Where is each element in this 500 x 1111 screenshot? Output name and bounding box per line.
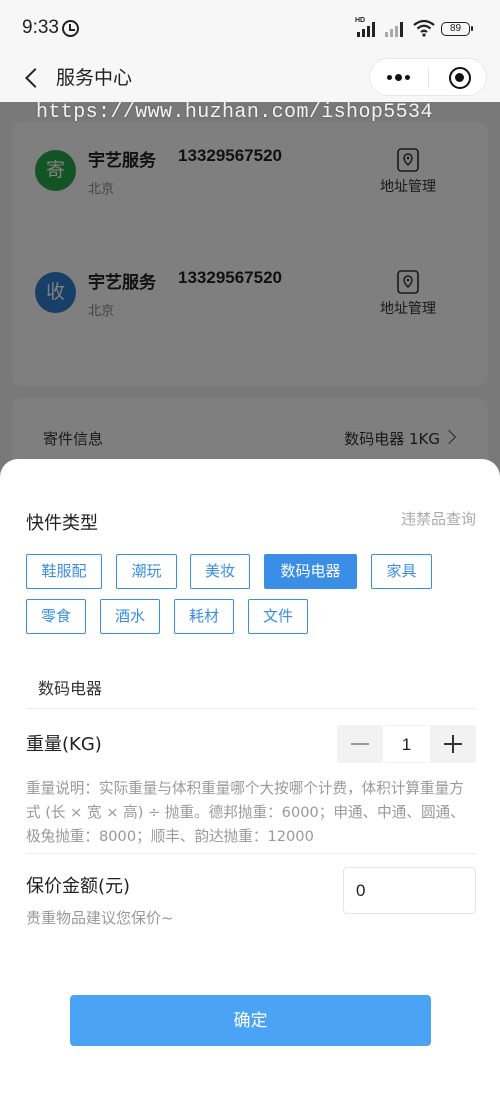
type-chip[interactable]: 文件: [248, 599, 308, 634]
type-chip[interactable]: 家具: [371, 554, 432, 589]
status-time: 9:33: [22, 17, 59, 38]
type-chip-selected[interactable]: 数码电器: [264, 554, 357, 589]
alarm-icon: [62, 20, 79, 37]
back-icon[interactable]: [22, 64, 48, 92]
signal-icon-secondary: [385, 21, 407, 37]
weight-label: 重量(KG): [26, 734, 102, 755]
type-chip[interactable]: 零食: [26, 599, 86, 634]
more-icon[interactable]: [384, 70, 414, 84]
type-chip[interactable]: 鞋服配: [26, 554, 102, 589]
sheet-title: 快件类型: [26, 513, 98, 534]
confirm-button[interactable]: 确定: [70, 995, 431, 1046]
weight-stepper: 1: [337, 725, 476, 763]
selected-type-value: 数码电器: [38, 679, 103, 698]
plus-icon[interactable]: [430, 725, 476, 763]
divider: [26, 853, 476, 854]
watermark: https://www.huzhan.com/ishop5534: [36, 101, 433, 124]
type-chip[interactable]: 美妆: [190, 554, 250, 589]
weight-description: 重量说明：实际重量与体积重量哪个大按哪个计费，体积计算重量方式 (长 × 宽 ×…: [26, 780, 465, 845]
signal-icon: [357, 21, 379, 37]
close-miniprogram-icon[interactable]: [449, 67, 471, 89]
minus-icon[interactable]: [337, 725, 383, 763]
insured-amount-label: 保价金额(元): [26, 876, 131, 897]
type-chip[interactable]: 酒水: [100, 599, 160, 634]
divider: [26, 708, 476, 709]
miniprogram-capsule: [369, 58, 487, 96]
insured-amount-input[interactable]: [343, 867, 476, 914]
type-chip[interactable]: 耗材: [174, 599, 234, 634]
insured-amount-hint: 贵重物品建议您保价~: [26, 909, 174, 927]
type-chip[interactable]: 潮玩: [116, 554, 177, 589]
package-type-sheet: 快件类型 违禁品查询 鞋服配 潮玩 美妆 数码电器 家具 零食 酒水 耗材 文件…: [0, 459, 500, 1111]
capsule-divider: [428, 68, 429, 88]
page-title: 服务中心: [56, 67, 133, 89]
battery-icon: 89: [441, 22, 473, 36]
weight-value[interactable]: 1: [385, 725, 428, 763]
nav-bar: 服务中心: [0, 56, 500, 102]
banned-items-link[interactable]: 违禁品查询: [401, 508, 476, 529]
wifi-icon: [413, 19, 435, 37]
status-bar: 9:33 HD 89: [0, 0, 500, 56]
